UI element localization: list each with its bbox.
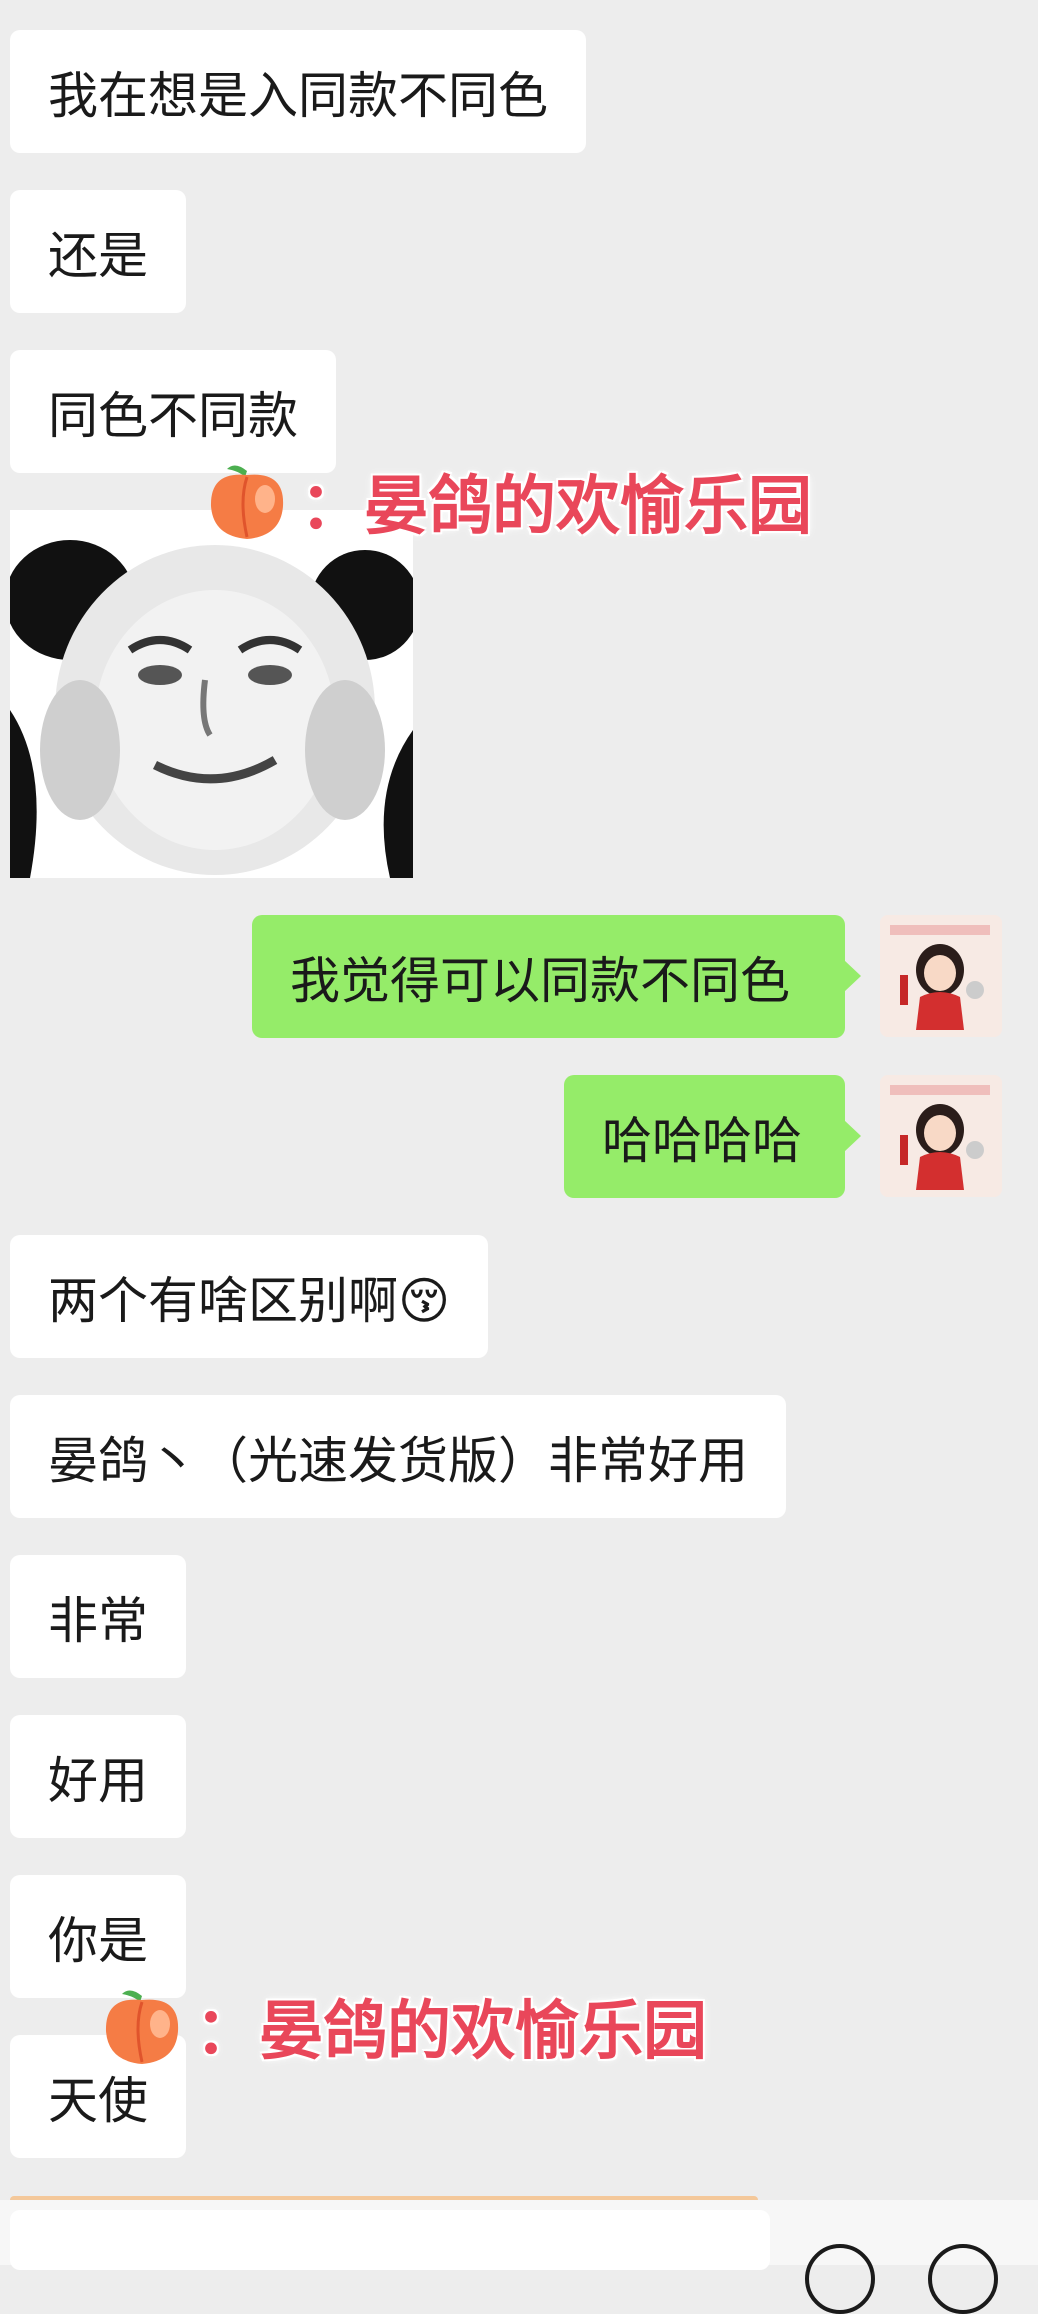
- watermark-text: ：晏鸽的欢愉乐园: [195, 1995, 707, 2069]
- message-bubble[interactable]: 两个有啥区别啊😚: [10, 1235, 489, 1358]
- message-text: 你是: [48, 1911, 148, 1970]
- message-text: 好用: [48, 1751, 148, 1810]
- message-bubble[interactable]: 非常: [10, 1555, 186, 1678]
- message-bubble[interactable]: 晏鸽丶（光速发货版）非常好用: [10, 1395, 786, 1518]
- message-text: 还是: [48, 226, 148, 285]
- message-input[interactable]: [10, 2210, 770, 2270]
- sticker-image[interactable]: [10, 510, 413, 878]
- avatar-girl-icon: [880, 915, 1002, 1037]
- message-text: 同色不同款: [48, 386, 298, 445]
- avatar[interactable]: [880, 915, 1002, 1037]
- emoji-button[interactable]: [805, 2244, 875, 2314]
- message-text: 晏鸽丶（光速发货版）非常好用: [48, 1431, 748, 1490]
- message-text: 非常: [48, 1591, 148, 1650]
- message-bubble[interactable]: 我觉得可以同款不同色: [252, 915, 861, 1038]
- message-bubble[interactable]: 我在想是入同款不同色: [10, 30, 586, 153]
- avatar[interactable]: [880, 1075, 1002, 1197]
- message-bubble[interactable]: 好用: [10, 1715, 186, 1838]
- message-text: 哈哈哈哈: [602, 1111, 802, 1170]
- message-bubble[interactable]: 哈哈哈哈: [564, 1075, 861, 1198]
- panda-meme-icon: [10, 510, 413, 878]
- message-text: 我在想是入同款不同色: [48, 66, 548, 125]
- peach-icon: [210, 465, 284, 539]
- watermark: ：晏鸽的欢愉乐园: [205, 455, 812, 547]
- avatar-girl-icon: [880, 1075, 1002, 1197]
- message-text: 两个有啥区别啊😚: [48, 1271, 451, 1330]
- watermark: ：晏鸽的欢愉乐园: [100, 1980, 707, 2072]
- more-button[interactable]: [928, 2244, 998, 2314]
- watermark-text: ：晏鸽的欢愉乐园: [300, 470, 812, 544]
- message-text: 我觉得可以同款不同色: [290, 951, 790, 1010]
- peach-icon: [105, 1990, 179, 2064]
- message-bubble[interactable]: 还是: [10, 190, 186, 313]
